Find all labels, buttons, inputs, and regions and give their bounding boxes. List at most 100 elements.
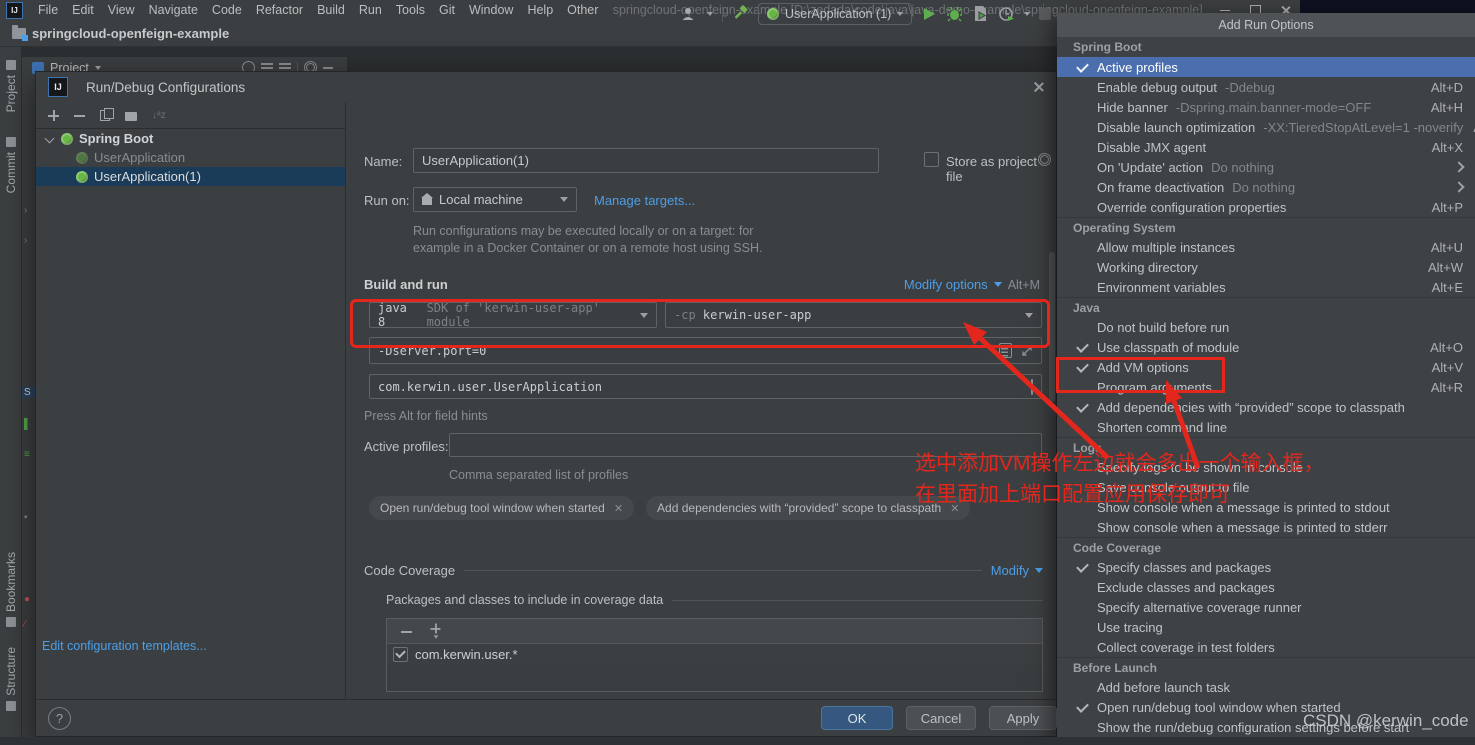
popup-item-disable-launch-optimization[interactable]: Disable launch optimization -XX:TieredSto… xyxy=(1057,117,1475,137)
user-dropdown-caret-icon[interactable] xyxy=(707,11,713,16)
vm-options-expand-icon[interactable] xyxy=(1021,345,1033,357)
tree-node-userapplication-1-selected[interactable]: UserApplication(1) xyxy=(36,167,345,186)
tree-expand-chevron-icon[interactable] xyxy=(44,133,55,144)
popup-item-use-tracing[interactable]: Use tracing xyxy=(1057,617,1475,637)
store-settings-gear-icon[interactable] xyxy=(1038,153,1051,166)
popup-item-save-console-output-to-file[interactable]: Save console output to file xyxy=(1057,477,1475,497)
sort-configurations-icon[interactable]: ↓ᵃz xyxy=(152,110,166,121)
menu-tools[interactable]: Tools xyxy=(389,0,432,20)
tree-node-userapplication[interactable]: UserApplication xyxy=(36,148,345,167)
popup-item-show-the-run-debug-configuration-settings-before-start[interactable]: Show the run/debug configuration setting… xyxy=(1057,717,1475,737)
popup-item-show-console-when-a-message-is-printed-to-stderr[interactable]: Show console when a message is printed t… xyxy=(1057,517,1475,537)
menu-run[interactable]: Run xyxy=(352,0,389,20)
user-icon[interactable] xyxy=(680,5,698,23)
main-class-input[interactable]: com.kerwin.user.UserApplication xyxy=(369,374,1042,399)
active-profiles-input[interactable] xyxy=(449,433,1042,457)
popup-item-on-update-action[interactable]: On 'Update' action Do nothing xyxy=(1057,157,1475,177)
popup-item-add-vm-options[interactable]: Add VM options Alt+V xyxy=(1057,357,1475,377)
menu-build[interactable]: Build xyxy=(310,0,352,20)
menu-edit[interactable]: Edit xyxy=(65,0,101,20)
copy-configuration-icon[interactable] xyxy=(100,107,114,121)
popup-item-use-classpath-of-module[interactable]: Use classpath of module Alt+O xyxy=(1057,337,1475,357)
popup-item-override-configuration-properties[interactable]: Override configuration properties Alt+P xyxy=(1057,197,1475,217)
profiler-caret-icon[interactable] xyxy=(1024,11,1031,16)
check-icon xyxy=(1073,337,1097,357)
popup-item-hide-banner[interactable]: Hide banner -Dspring.main.banner-mode=OFF… xyxy=(1057,97,1475,117)
tree-node-spring-boot[interactable]: Spring Boot xyxy=(36,129,345,148)
help-button[interactable]: ? xyxy=(48,707,71,730)
vm-options-paste-icon[interactable] xyxy=(999,343,1012,358)
menu-other[interactable]: Other xyxy=(560,0,605,20)
vm-options-input[interactable]: -Dserver.port=0 xyxy=(369,337,1042,364)
menu-navigate[interactable]: Navigate xyxy=(142,0,205,20)
classpath-select[interactable]: -cp kerwin-user-app xyxy=(665,302,1042,328)
coverage-remove-icon[interactable] xyxy=(401,626,412,637)
cancel-button[interactable]: Cancel xyxy=(906,706,976,730)
menu-code[interactable]: Code xyxy=(205,0,249,20)
popup-item-environment-variables[interactable]: Environment variables Alt+E xyxy=(1057,277,1475,297)
popup-item-allow-multiple-instances[interactable]: Allow multiple instances Alt+U xyxy=(1057,237,1475,257)
menu-file[interactable]: File xyxy=(31,0,65,20)
build-hammer-icon[interactable] xyxy=(732,5,749,22)
popup-item-shorten-command-line[interactable]: Shorten command line xyxy=(1057,417,1475,437)
name-input[interactable]: UserApplication(1) xyxy=(413,148,879,173)
run-on-select[interactable]: Local machine xyxy=(413,187,577,212)
popup-item-do-not-build-before-run[interactable]: Do not build before run xyxy=(1057,317,1475,337)
store-as-project-file-checkbox[interactable] xyxy=(924,152,939,167)
modify-options-control[interactable]: Modify options Alt+M xyxy=(904,277,1040,292)
tag-remove-icon-2[interactable]: ✕ xyxy=(950,502,959,515)
menu-git[interactable]: Git xyxy=(432,0,462,20)
menu-view[interactable]: View xyxy=(101,0,142,20)
popup-item-exclude-classes-and-packages[interactable]: Exclude classes and packages xyxy=(1057,577,1475,597)
popup-item-enable-debug-output[interactable]: Enable debug output -Ddebug Alt+D xyxy=(1057,77,1475,97)
popup-item-open-run-debug-tool-window-when-started[interactable]: Open run/debug tool window when started xyxy=(1057,697,1475,717)
remove-configuration-icon[interactable] xyxy=(74,110,85,121)
coverage-modify-link[interactable]: Modify xyxy=(991,563,1029,578)
menu-window[interactable]: Window xyxy=(462,0,520,20)
popup-item-specify-alternative-coverage-runner[interactable]: Specify alternative coverage runner xyxy=(1057,597,1475,617)
popup-item-specify-logs-to-be-shown-in-console[interactable]: Specify logs to be shown in console xyxy=(1057,457,1475,477)
dialog-close-icon[interactable] xyxy=(1032,81,1044,93)
create-folder-icon[interactable] xyxy=(125,111,137,121)
menu-refactor[interactable]: Refactor xyxy=(249,0,310,20)
project-breadcrumb[interactable]: springcloud-openfeign-example xyxy=(12,24,229,41)
tag-add-provided-dependencies[interactable]: Add dependencies with “provided” scope t… xyxy=(646,496,971,520)
run-button[interactable] xyxy=(921,6,937,22)
run-configuration-select[interactable]: UserApplication (1) xyxy=(758,2,913,25)
popup-item-working-directory[interactable]: Working directory Alt+W xyxy=(1057,257,1475,277)
form-scrollbar[interactable] xyxy=(1049,252,1055,402)
add-configuration-icon[interactable] xyxy=(48,109,59,121)
popup-item-collect-coverage-in-test-folders[interactable]: Collect coverage in test folders xyxy=(1057,637,1475,657)
profiler-button[interactable] xyxy=(998,5,1015,22)
tag-open-run-debug-window[interactable]: Open run/debug tool window when started … xyxy=(369,496,635,520)
coverage-add-icon[interactable] xyxy=(430,623,441,639)
sidebar-item-bookmarks[interactable]: Bookmarks xyxy=(0,552,22,628)
coverage-package-row[interactable]: com.kerwin.user.* xyxy=(387,644,1042,665)
popup-item-on-frame-deactivation[interactable]: On frame deactivation Do nothing xyxy=(1057,177,1475,197)
popup-item-active-profiles[interactable]: Active profiles xyxy=(1057,57,1475,77)
popup-item-add-dependencies-with-provided-scope-to-classpath[interactable]: Add dependencies with “provided” scope t… xyxy=(1057,397,1475,417)
popup-item-add-before-launch-task[interactable]: Add before launch task xyxy=(1057,677,1475,697)
apply-button[interactable]: Apply xyxy=(989,706,1057,730)
ok-button[interactable]: OK xyxy=(821,706,893,730)
sidebar-item-commit[interactable]: Commit xyxy=(0,137,22,193)
edit-configuration-templates-link[interactable]: Edit configuration templates... xyxy=(42,639,207,653)
sidebar-item-structure[interactable]: Structure xyxy=(0,647,22,711)
hide-panel-icon[interactable] xyxy=(323,66,333,69)
coverage-package-checkbox[interactable] xyxy=(393,647,408,662)
sidebar-item-project[interactable]: Project xyxy=(0,60,22,112)
main-class-browse-icon[interactable] xyxy=(1031,378,1033,395)
popup-item-show-console-when-a-message-is-printed-to-stdout[interactable]: Show console when a message is printed t… xyxy=(1057,497,1475,517)
popup-item-specify-classes-and-packages[interactable]: Specify classes and packages xyxy=(1057,557,1475,577)
manage-targets-link[interactable]: Manage targets... xyxy=(594,193,695,208)
tag-remove-icon[interactable]: ✕ xyxy=(614,502,623,515)
menu-help[interactable]: Help xyxy=(520,0,560,20)
run-with-coverage-button[interactable] xyxy=(972,5,989,22)
popup-item-disable-jmx-agent[interactable]: Disable JMX agent Alt+X xyxy=(1057,137,1475,157)
project-view-caret-icon[interactable] xyxy=(94,65,101,70)
popup-item-program-arguments[interactable]: Program arguments Alt+R xyxy=(1057,377,1475,397)
jre-select[interactable]: java 8 SDK of 'kerwin-user-app' module xyxy=(369,301,657,329)
debug-button[interactable] xyxy=(946,5,963,22)
expand-all-icon[interactable] xyxy=(261,66,273,69)
collapse-all-icon[interactable] xyxy=(279,66,291,69)
